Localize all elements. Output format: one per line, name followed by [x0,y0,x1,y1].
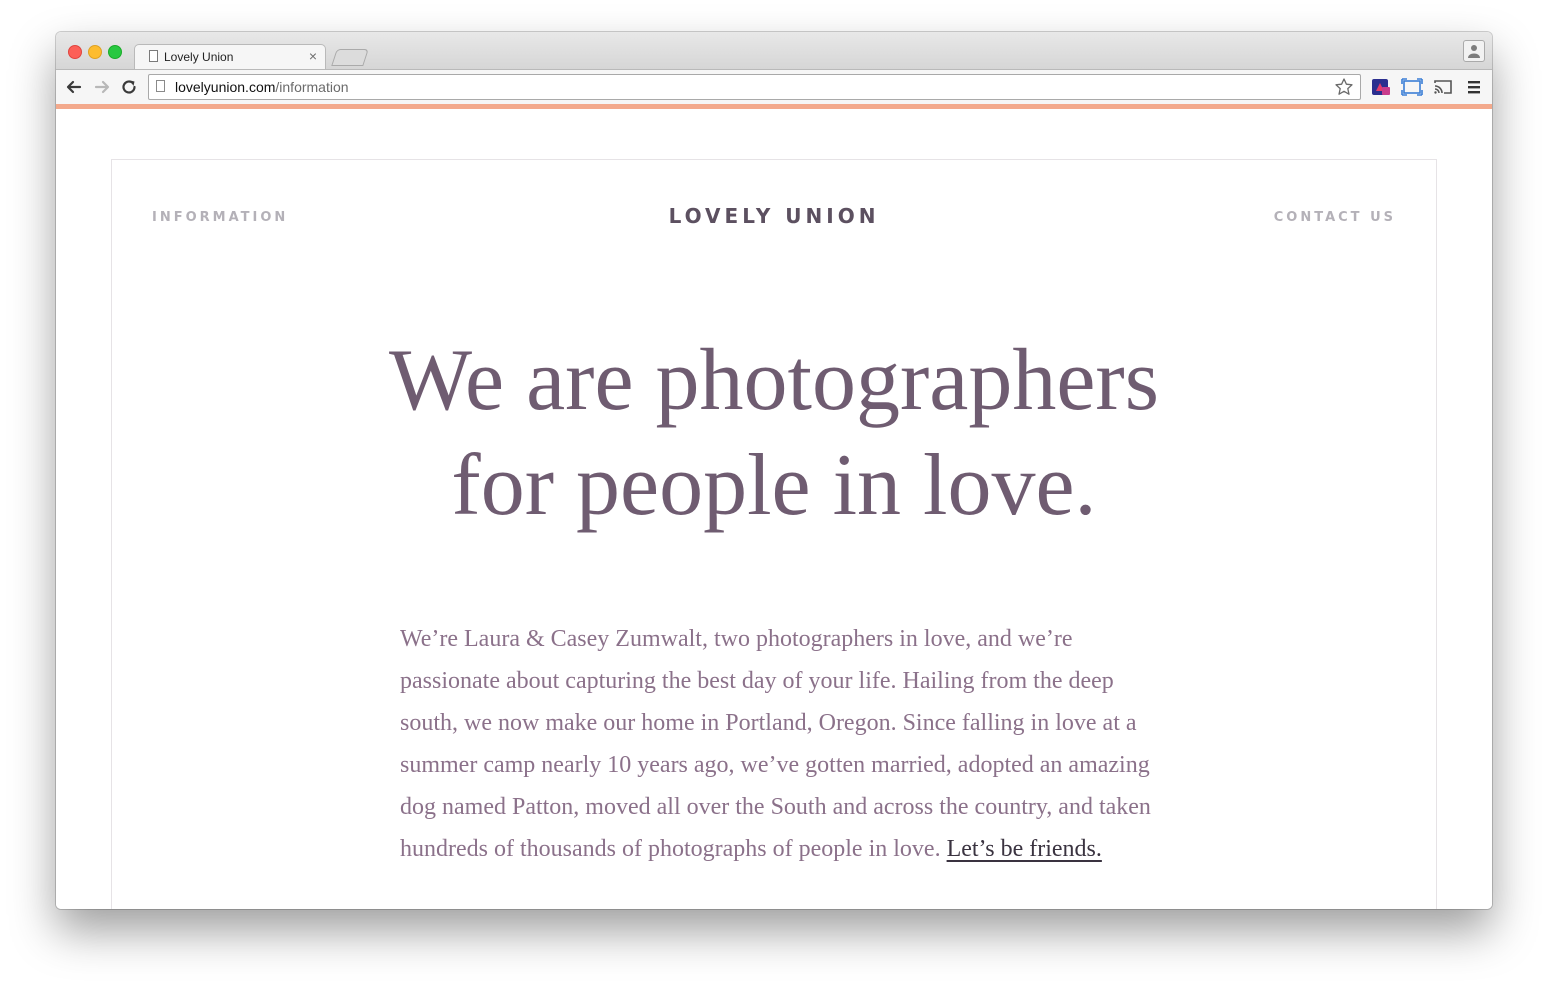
page-viewport: INFORMATION LOVELY UNION CONTACT US We a… [56,109,1492,909]
page-icon [149,50,158,62]
browser-window: Lovely Union × lovelyunion.com/informati… [56,32,1492,909]
content-frame: INFORMATION LOVELY UNION CONTACT US We a… [111,159,1437,909]
minimize-window-button[interactable] [88,45,102,59]
site-logo[interactable]: LOVELY UNION [112,204,1436,228]
tab-lovely-union[interactable]: Lovely Union × [134,44,326,70]
address-bar[interactable]: lovelyunion.com/information [148,74,1361,100]
browser-toolbar: lovelyunion.com/information [56,69,1492,104]
headline-line-2: for people in love. [451,437,1097,534]
reload-icon[interactable] [119,77,139,97]
person-icon [1468,45,1480,58]
back-arrow-icon[interactable] [64,77,84,97]
new-tab-button[interactable] [331,49,369,66]
bookmark-star-icon[interactable] [1334,77,1354,97]
menu-icon[interactable] [1463,76,1485,98]
tab-title: Lovely Union [164,50,234,64]
url-text: lovelyunion.com/information [175,79,349,95]
zoom-window-button[interactable] [108,45,122,59]
cast-icon[interactable] [1432,76,1454,98]
headline-line-1: We are photographers [389,332,1159,429]
intro-paragraph: We’re Laura & Casey Zumwalt, two photogr… [400,618,1160,870]
close-window-button[interactable] [68,45,82,59]
page-headline: We are photographers for people in love. [112,328,1436,538]
intro-text: We’re Laura & Casey Zumwalt, two photogr… [400,626,1151,862]
nav-contact-link[interactable]: CONTACT US [1274,210,1396,225]
lets-be-friends-link[interactable]: Let’s be friends. [947,836,1102,862]
extension-icon[interactable] [1370,76,1392,98]
forward-arrow-icon[interactable] [92,77,112,97]
tab-close-icon[interactable]: × [309,48,317,64]
profile-button[interactable] [1463,40,1485,62]
tab-bar: Lovely Union × [56,32,1492,70]
page-icon [156,80,165,92]
screenshot-icon[interactable] [1401,76,1423,98]
